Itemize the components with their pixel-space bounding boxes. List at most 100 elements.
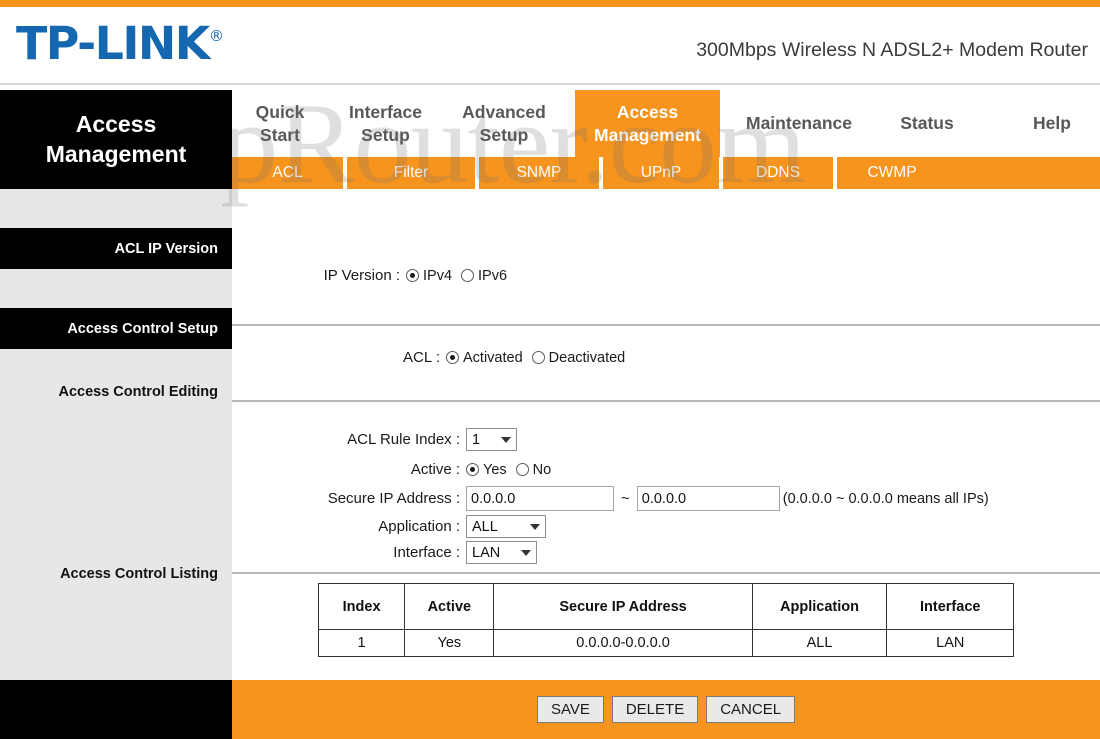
secure-ip-end-input[interactable] — [636, 486, 780, 511]
save-button[interactable]: SAVE — [536, 696, 604, 723]
chevron-down-icon — [521, 549, 531, 556]
table-header-secure-ip-address: Secure IP Address — [493, 583, 753, 630]
row-active: Active : Yes No — [320, 461, 560, 478]
acl-rule-index-select[interactable]: 1 — [466, 428, 517, 451]
radio-deactivated-label: Deactivated — [548, 349, 626, 366]
divider-access-control-listing — [232, 572, 1100, 574]
row-acl-rule-index: ACL Rule Index : 1 — [320, 428, 517, 451]
router-model-label: 300Mbps Wireless N ADSL2+ Modem Router — [696, 39, 1088, 61]
footer-left-block — [0, 680, 232, 739]
radio-ipv4-icon[interactable] — [406, 269, 419, 282]
chevron-down-icon — [530, 523, 540, 530]
radio-active-no[interactable]: No — [515, 461, 552, 478]
logo-wordmark: TP-LINK — [16, 17, 210, 70]
table-header-index: Index — [317, 583, 406, 630]
subtab-acl[interactable]: ACL — [232, 157, 343, 189]
cell-secure-ip-address: 0.0.0.0-0.0.0.0 — [493, 629, 753, 657]
application-select[interactable]: ALL — [466, 515, 546, 538]
subtab-filter[interactable]: Filter — [347, 157, 475, 189]
tab-advanced-setup-line1: Advanced — [462, 101, 546, 122]
tab-quick-start[interactable]: Quick Start — [232, 90, 328, 157]
radio-ipv4-label: IPv4 — [423, 267, 453, 284]
row-application: Application : ALL — [320, 515, 546, 538]
cell-index: 1 — [317, 629, 406, 657]
subtab-upnp[interactable]: UPnP — [603, 157, 719, 189]
registered-trademark-icon: ® — [208, 27, 225, 45]
tab-status-label: Status — [900, 113, 954, 134]
divider-access-control-editing — [232, 400, 1100, 402]
cell-active: Yes — [404, 629, 495, 657]
masthead: TP-LINK® 300Mbps Wireless N ADSL2+ Modem… — [0, 7, 1100, 85]
radio-acl-activated[interactable]: Activated — [446, 350, 523, 366]
radio-activated-label: Activated — [463, 349, 523, 366]
ip-range-separator: ~ — [621, 490, 630, 507]
radio-yes-icon[interactable] — [466, 463, 479, 476]
tab-advanced-setup[interactable]: Advanced Setup — [443, 90, 565, 157]
tab-access-management[interactable]: Access Management — [575, 90, 720, 157]
tab-maintenance[interactable]: Maintenance — [728, 90, 870, 157]
radio-ip-version-ipv6[interactable]: IPv6 — [461, 268, 507, 284]
footer-button-row: SAVE DELETE CANCEL — [232, 680, 1100, 739]
top-accent-bar — [0, 0, 1100, 7]
cell-interface: LAN — [886, 629, 1014, 657]
cell-application: ALL — [751, 629, 888, 657]
application-value: ALL — [472, 518, 498, 535]
table-header-application: Application — [751, 583, 888, 630]
table-header-interface: Interface — [886, 583, 1014, 630]
active-label: Active : — [410, 461, 460, 478]
subtab-cwmp[interactable]: CWMP — [837, 157, 947, 189]
row-ip-version: IP Version : IPv4 IPv6 — [300, 267, 516, 284]
delete-button[interactable]: DELETE — [611, 696, 699, 723]
acl-rule-index-label: ACL Rule Index : — [347, 431, 460, 448]
radio-activated-icon[interactable] — [446, 351, 459, 364]
radio-ipv6-label: IPv6 — [478, 267, 508, 284]
acl-rule-index-value: 1 — [472, 431, 481, 448]
tab-interface-setup-line2: Setup — [361, 124, 410, 145]
radio-deactivated-icon[interactable] — [531, 351, 545, 364]
secure-ip-address-label: Secure IP Address : — [327, 490, 460, 507]
tp-link-logo: TP-LINK® — [16, 17, 224, 70]
main-tab-bar: Quick Start Interface Setup Advanced Set… — [232, 90, 1100, 157]
radio-yes-label: Yes — [483, 461, 507, 478]
radio-no-icon[interactable] — [515, 463, 529, 476]
radio-active-yes[interactable]: Yes — [466, 462, 507, 478]
row-secure-ip-address: Secure IP Address : ~ (0.0.0.0 ~ 0.0.0.0… — [300, 486, 989, 511]
table-row[interactable]: 1 Yes 0.0.0.0-0.0.0.0 ALL LAN — [317, 629, 1014, 657]
tab-access-management-line1: Access — [616, 101, 679, 122]
tab-status[interactable]: Status — [877, 90, 977, 157]
tab-help[interactable]: Help — [1010, 90, 1094, 157]
tab-maintenance-label: Maintenance — [746, 113, 852, 134]
radio-ip-version-ipv4[interactable]: IPv4 — [406, 268, 452, 284]
cancel-button[interactable]: CANCEL — [706, 696, 796, 723]
table-header-active: Active — [404, 583, 495, 630]
acl-label: ACL : — [403, 349, 440, 366]
secure-ip-hint: (0.0.0.0 ~ 0.0.0.0 means all IPs) — [782, 490, 989, 507]
section-label-access-control-listing: Access Control Listing — [60, 566, 218, 582]
sub-tab-bar: ACL Filter SNMP UPnP DDNS CWMP — [232, 157, 1100, 189]
radio-acl-deactivated[interactable]: Deactivated — [531, 349, 626, 366]
access-control-listing-table: Index Active Secure IP Address Applicati… — [317, 583, 1014, 657]
footer: SAVE DELETE CANCEL — [0, 680, 1100, 739]
radio-ipv6-icon[interactable] — [461, 269, 475, 282]
application-label: Application : — [378, 518, 460, 535]
chevron-down-icon — [501, 436, 511, 443]
page-title-line2: Management — [45, 140, 187, 167]
interface-label: Interface : — [393, 544, 460, 561]
divider-access-control-setup — [232, 324, 1100, 326]
page-title-banner: Access Management — [0, 90, 232, 189]
tab-help-label: Help — [1033, 113, 1071, 134]
tab-quick-start-line2: Start — [260, 124, 300, 145]
content-area: ACL IP Version Access Control Setup Acce… — [0, 189, 1100, 680]
radio-no-label: No — [532, 461, 552, 478]
subtab-ddns[interactable]: DDNS — [723, 157, 833, 189]
tab-quick-start-line1: Quick — [255, 101, 305, 122]
section-label-acl-ip-version: ACL IP Version — [0, 228, 232, 269]
ip-version-label: IP Version : — [323, 267, 400, 284]
interface-select[interactable]: LAN — [466, 541, 537, 564]
tab-interface-setup[interactable]: Interface Setup — [328, 90, 443, 157]
subtab-snmp[interactable]: SNMP — [479, 157, 599, 189]
tab-interface-setup-line1: Interface — [349, 101, 422, 122]
row-acl: ACL : Activated Deactivated — [340, 349, 634, 366]
interface-value: LAN — [472, 544, 501, 561]
secure-ip-start-input[interactable] — [466, 486, 614, 511]
